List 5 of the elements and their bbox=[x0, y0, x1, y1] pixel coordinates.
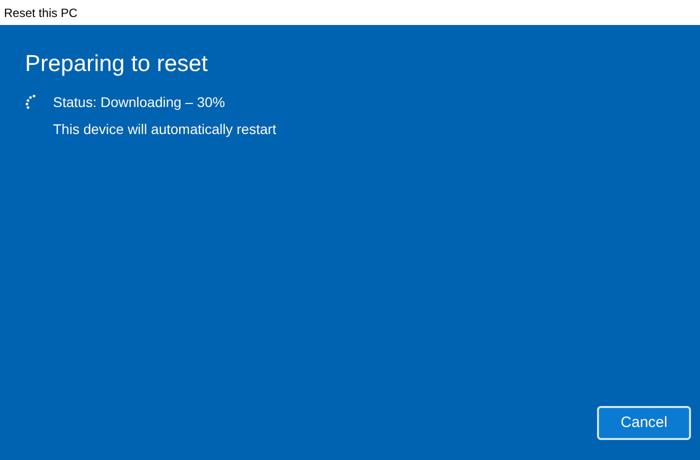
restart-note: This device will automatically restart bbox=[53, 120, 276, 139]
window-title: Reset this PC bbox=[4, 4, 78, 22]
status-text: Status: Downloading – 30% bbox=[53, 92, 226, 112]
dialog-heading: Preparing to reset bbox=[25, 49, 209, 78]
cancel-button[interactable]: Cancel bbox=[597, 406, 691, 440]
